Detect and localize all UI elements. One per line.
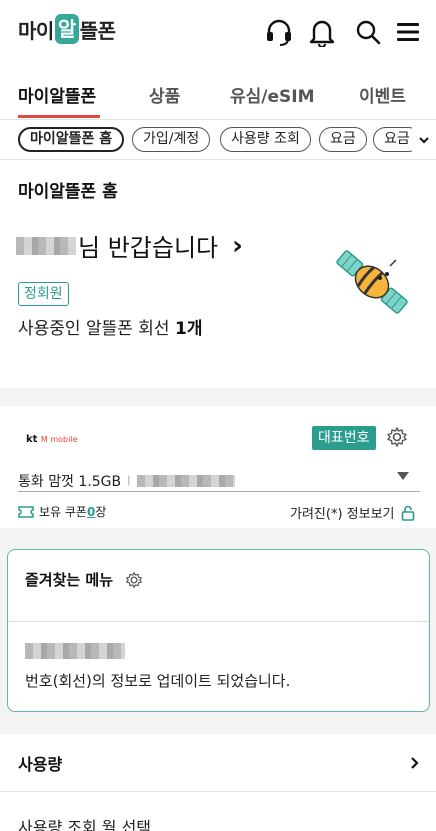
logo[interactable]: 마이 알 뜰폰 <box>18 14 116 44</box>
masked-name <box>16 236 76 255</box>
member-badge: 정회원 <box>18 282 69 306</box>
representative-number-badge: 대표번호 <box>312 426 376 450</box>
line-count: 사용중인 알뜰폰 회선 1개 <box>18 314 202 339</box>
favorites-message: 번호(회선)의 정보로 업데이트 되었습니다. <box>25 672 291 690</box>
line-selector[interactable]: 통화 맘껏 1.5GB | <box>18 470 420 492</box>
greeting-text: 님 반갑습니다 <box>78 234 219 262</box>
menu-icon[interactable] <box>393 17 423 47</box>
favorites-title: 즐겨찾는 메뉴 <box>25 569 143 590</box>
show-masked-info-button[interactable]: 가려진(*) 정보보기 <box>290 503 415 522</box>
tab-my-mvno[interactable]: 마이알뜰폰 <box>18 82 96 107</box>
coupon-link[interactable]: 보유 쿠폰 0장 <box>18 503 106 520</box>
favorites-divider <box>8 621 429 622</box>
chevron-down-icon[interactable] <box>412 120 436 159</box>
usage-row[interactable] <box>0 734 436 792</box>
dropdown-caret-icon[interactable] <box>396 466 410 480</box>
lock-icon <box>401 505 414 521</box>
logo-text-post: 뜰폰 <box>79 18 116 43</box>
greeting-chevron-icon: › <box>232 230 243 261</box>
usage-label: 사용량 <box>18 755 63 774</box>
coupon-count: 0 <box>86 504 96 519</box>
active-tab-indicator <box>18 115 100 118</box>
chip-usage-lookup[interactable]: 사용량 조회 <box>220 127 311 152</box>
section-divider <box>0 388 436 406</box>
main-tabs: 마이알뜰폰 상품 유심/eSIM 이벤트 <box>0 64 436 120</box>
chevron-right-icon[interactable] <box>408 755 422 771</box>
favorites-title-text: 즐겨찾는 메뉴 <box>25 571 114 589</box>
tab-events[interactable]: 이벤트 <box>359 82 406 107</box>
usage-month-select-label: 사용량 조회 월 선택 <box>18 818 152 831</box>
chip-fee[interactable]: 요금 <box>319 127 367 152</box>
satellite-mascot-icon <box>330 240 414 324</box>
coupon-label: 보유 쿠폰 <box>39 505 87 519</box>
masked-phone-number <box>136 474 235 487</box>
masked-info-label: 가려진(*) 정보보기 <box>290 507 395 522</box>
gear-icon[interactable] <box>125 571 143 589</box>
gear-icon[interactable] <box>386 426 408 448</box>
plan-separator: | <box>127 475 131 486</box>
logo-highlight: 알 <box>54 14 79 44</box>
greeting[interactable]: 님 반갑습니다 › <box>16 228 243 263</box>
plan-name: 통화 맘껏 1.5GB <box>18 473 122 490</box>
masked-phone-number <box>25 643 125 659</box>
page-title: 마이알뜰폰 홈 <box>18 182 118 202</box>
app-header: 마이 알 뜰폰 <box>0 0 436 64</box>
line-count-value: 1개 <box>174 319 203 339</box>
line-count-label: 사용중인 알뜰폰 회선 <box>18 319 175 339</box>
carrier-logo-mmobile: M mobile <box>40 435 78 444</box>
coupon-icon <box>18 505 34 518</box>
carrier-logo-kt: kt <box>26 434 38 445</box>
tab-usim-esim[interactable]: 유심/eSIM <box>230 82 315 107</box>
logo-text-pre: 마이 <box>18 18 54 43</box>
tab-products[interactable]: 상품 <box>149 82 180 107</box>
chip-join-account[interactable]: 가입/계정 <box>132 127 211 152</box>
carrier-logo: kt M mobile <box>26 434 78 445</box>
search-icon[interactable] <box>353 17 383 47</box>
bell-icon[interactable] <box>307 17 337 47</box>
chip-my-home[interactable]: 마이알뜰폰 홈 <box>18 127 125 152</box>
sub-menu-chips: 마이알뜰폰 홈 가입/계정 사용량 조회 요금 요금 <box>0 120 436 160</box>
headset-icon[interactable] <box>264 17 294 47</box>
coupon-unit: 장 <box>95 505 107 519</box>
